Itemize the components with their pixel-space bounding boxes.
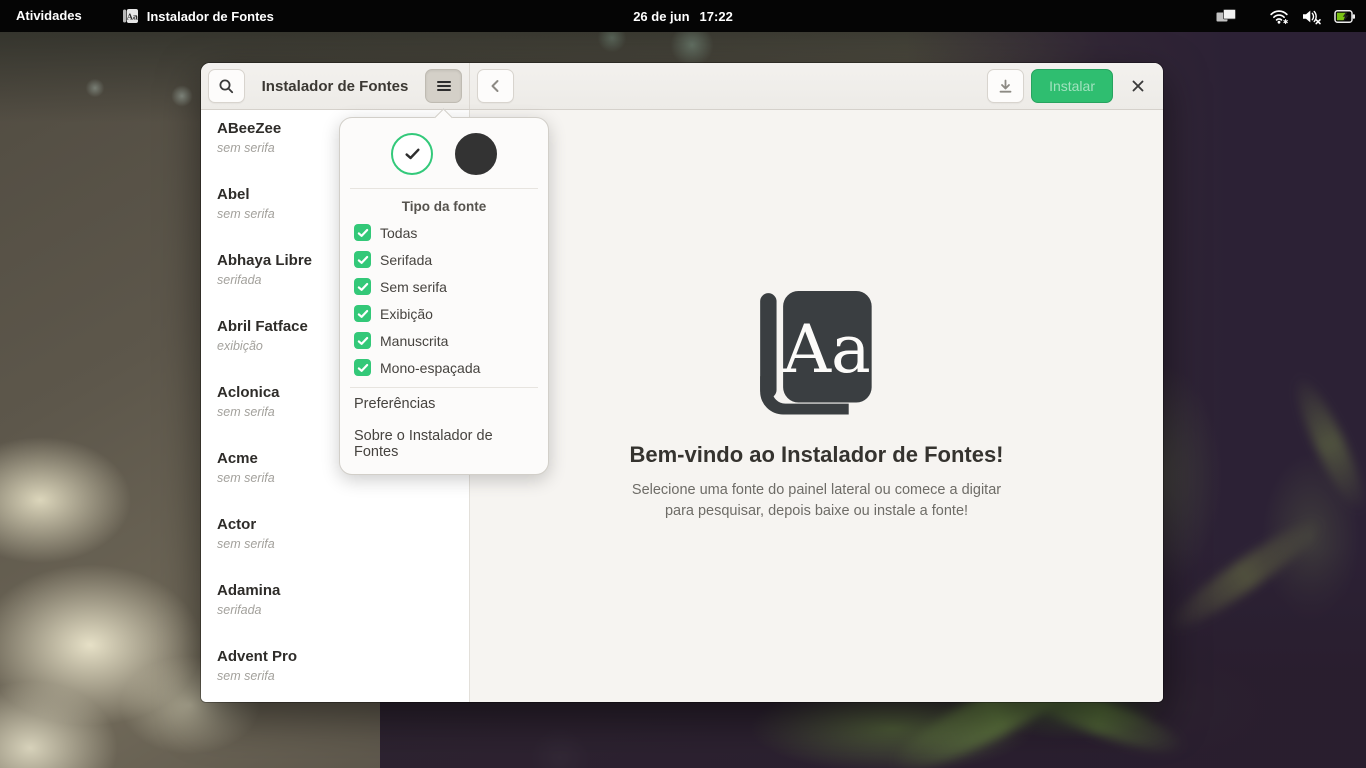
check-icon: [357, 255, 369, 265]
check-icon: [357, 309, 369, 319]
font-list-item[interactable]: Advent Pro sem serifa: [201, 638, 469, 702]
check-icon: [404, 147, 421, 161]
dark-theme-option[interactable]: [455, 133, 497, 175]
check-icon: [357, 336, 369, 346]
primary-menu-popover: Tipo da fonte Todas Serifada Sem serifa …: [339, 117, 549, 475]
light-theme-option[interactable]: [391, 133, 433, 175]
check-icon: [357, 363, 369, 373]
font-list-item[interactable]: Adamina serifada: [201, 572, 469, 638]
close-window-button[interactable]: [1121, 69, 1155, 103]
filter-sem-serifa[interactable]: Sem serifa: [340, 273, 548, 300]
activities-button[interactable]: Atividades: [0, 0, 98, 32]
search-button[interactable]: [208, 69, 245, 103]
svg-text:Aa: Aa: [125, 11, 137, 21]
filter-exibicao[interactable]: Exibição: [340, 300, 548, 327]
check-icon: [357, 228, 369, 238]
checkbox-checked: [354, 251, 371, 268]
chevron-left-icon: [488, 78, 504, 94]
focused-app-label: Instalador de Fontes: [147, 9, 274, 24]
battery-charging-icon: [1334, 9, 1356, 24]
theme-selector: [340, 118, 548, 188]
clock-date: 26 de jun: [633, 9, 689, 24]
screen-share-icon[interactable]: [1215, 8, 1237, 24]
close-icon: [1131, 79, 1145, 93]
primary-menu-button[interactable]: [425, 69, 462, 103]
checkbox-checked: [354, 278, 371, 295]
checkbox-checked: [354, 224, 371, 241]
wifi-limited-icon: [1269, 8, 1289, 25]
welcome-subtitle-line1: Selecione uma fonte do painel lateral ou…: [632, 480, 1001, 501]
filter-manuscrita[interactable]: Manuscrita: [340, 327, 548, 354]
system-status-area[interactable]: [1215, 0, 1356, 32]
download-button[interactable]: [987, 69, 1024, 103]
welcome-subtitle-line2: para pesquisar, depois baixe ou instale …: [665, 501, 968, 522]
checkbox-checked: [354, 305, 371, 322]
volume-muted-icon: [1301, 8, 1322, 25]
font-type-section-title: Tipo da fonte: [340, 189, 548, 219]
headerbar-right-pane: Instalar: [470, 63, 1163, 109]
install-button[interactable]: Instalar: [1031, 69, 1113, 103]
checkbox-checked: [354, 332, 371, 349]
headerbar-left-pane: Instalador de Fontes: [201, 63, 470, 109]
focused-app-button[interactable]: Aa Instalador de Fontes: [122, 0, 274, 32]
clock-time: 17:22: [700, 9, 733, 24]
welcome-title: Bem-vindo ao Instalador de Fontes!: [629, 442, 1003, 468]
headerbar: Instalador de Fontes: [201, 63, 1163, 110]
back-button[interactable]: [477, 69, 514, 103]
status-icon-group[interactable]: [1269, 8, 1356, 25]
checkbox-checked: [354, 359, 371, 376]
book-aa-icon: Aa: [751, 291, 883, 420]
preferences-menu-item[interactable]: Preferências: [340, 388, 548, 420]
filter-mono-espacada[interactable]: Mono-espaçada: [340, 354, 548, 381]
font-list-item[interactable]: Actor sem serifa: [201, 506, 469, 572]
about-menu-item[interactable]: Sobre o Instalador de Fontes: [340, 420, 548, 468]
download-icon: [997, 78, 1014, 95]
app-book-icon: Aa: [122, 8, 139, 25]
gnome-top-bar: Atividades Aa Instalador de Fontes 26 de…: [0, 0, 1366, 32]
welcome-panel: Aa Bem-vindo ao Instalador de Fontes! Se…: [470, 110, 1163, 702]
filter-serifada[interactable]: Serifada: [340, 246, 548, 273]
filter-todas[interactable]: Todas: [340, 219, 548, 246]
search-icon: [218, 78, 235, 95]
hamburger-menu-icon: [436, 78, 452, 94]
check-icon: [357, 282, 369, 292]
clock-button[interactable]: 26 de jun 17:22: [633, 9, 733, 24]
svg-text:Aa: Aa: [781, 309, 870, 387]
